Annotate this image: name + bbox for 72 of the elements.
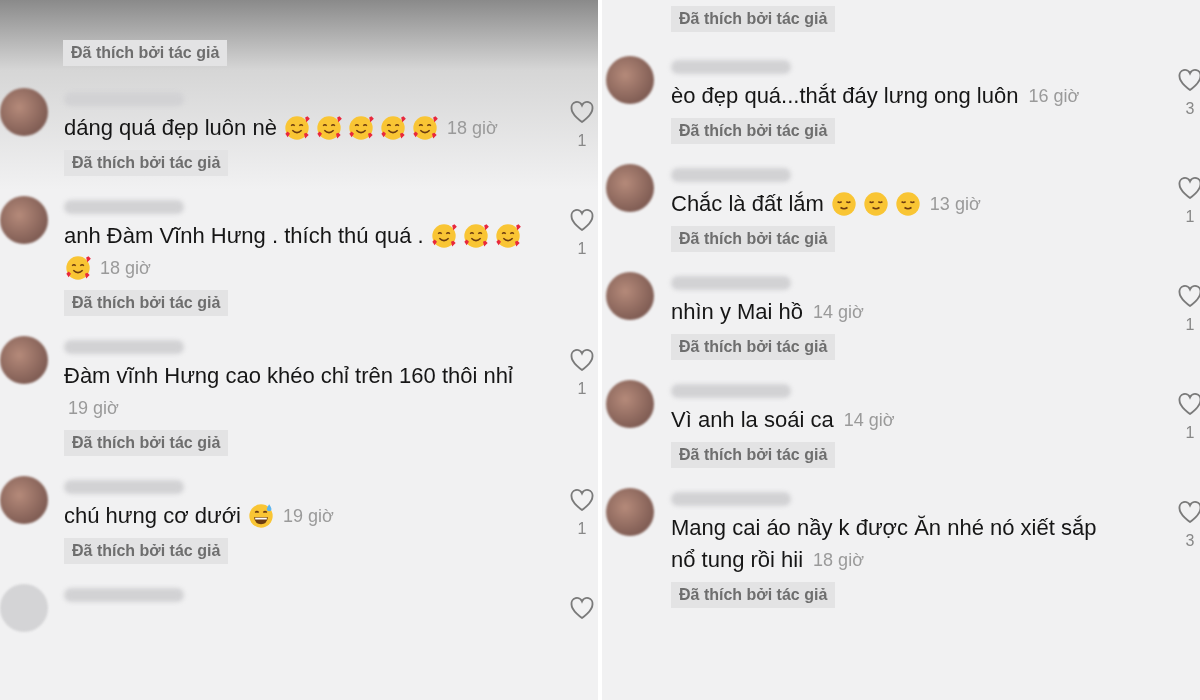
comment-text: Đàm vĩnh Hưng cao khéo chỉ trên 160 thôi nhỉ — [64, 362, 513, 390]
comment-time: 18 giờ — [100, 257, 151, 280]
comment-text: nhìn y Mai hồ — [671, 298, 804, 326]
avatar-placeholder — [0, 476, 48, 524]
like-count: 1 — [1185, 316, 1195, 334]
liked-by-author-label: Đã thích bởi tác giả — [671, 226, 836, 252]
comment-time: 19 giờ — [68, 397, 119, 420]
liked-by-author-label: Đã thích bởi tác giả — [64, 538, 229, 564]
like-count: 3 — [1185, 532, 1195, 550]
comment-time: 14 giờ — [843, 409, 895, 432]
heart-icon[interactable] — [1176, 390, 1200, 418]
smiling-face-with-hearts-icon — [282, 114, 311, 142]
like-count: 1 — [577, 132, 587, 150]
smiling-face-with-hearts-icon — [493, 222, 522, 250]
heart-icon[interactable] — [1176, 66, 1200, 94]
like-count: 1 — [577, 240, 587, 258]
heart-icon[interactable] — [568, 206, 596, 234]
comment-time: 13 giờ — [929, 193, 981, 216]
smiling-face-with-hearts-icon — [346, 114, 375, 142]
liked-by-author-label: Đã thích bởi tác giả — [64, 290, 229, 316]
liked-by-author-label: Đã thích bởi tác giả — [64, 430, 229, 456]
heart-icon[interactable] — [568, 98, 596, 126]
like-count: 1 — [1185, 208, 1195, 226]
smiling-face-with-hearts-icon — [410, 114, 439, 142]
comment-time: 18 giờ — [813, 549, 864, 572]
avatar-placeholder — [606, 488, 654, 536]
comment-text: èo đẹp quá...thắt đáy lưng ong luôn — [671, 82, 1019, 110]
heart-icon[interactable] — [1176, 498, 1200, 526]
avatar-placeholder — [606, 272, 654, 320]
avatar-placeholder — [0, 584, 48, 632]
liked-by-author-label: Đã thích bởi tác giả — [63, 40, 228, 66]
heart-icon[interactable] — [568, 594, 596, 622]
like-count: 1 — [577, 520, 587, 538]
comment-time: 14 giờ — [813, 301, 864, 324]
liked-by-author-label: Đã thích bởi tác giả — [64, 150, 229, 176]
comment-time: 19 giờ — [282, 505, 334, 528]
comment-text: chú hưng cơ dưới — [64, 502, 241, 530]
heart-icon[interactable] — [568, 486, 596, 514]
heart-icon[interactable] — [568, 346, 596, 374]
liked-by-author-label: Đã thích bởi tác giả — [671, 334, 836, 360]
comment-text: nổ tung rồi hii — [671, 546, 804, 574]
like-count: 1 — [1185, 424, 1195, 442]
heart-icon[interactable] — [1176, 282, 1200, 310]
liked-by-author-label: Đã thích bởi tác giả — [671, 442, 836, 468]
smiling-face-with-hearts-icon — [314, 114, 343, 142]
comment-time: 16 giờ — [1028, 85, 1080, 108]
comment-text: Chắc là đất lắm — [671, 190, 824, 218]
comment-text: anh Đàm Vĩnh Hưng . thích thú quá . — [64, 222, 424, 250]
smiling-face-with-hearts-icon — [378, 114, 407, 142]
avatar-placeholder — [606, 164, 654, 212]
comment-text: dáng quá đẹp luôn nè — [64, 114, 277, 142]
avatar-placeholder — [606, 56, 654, 104]
heart-icon[interactable] — [1176, 174, 1200, 202]
smiling-face-with-hearts-icon — [429, 222, 458, 250]
like-count: 1 — [577, 380, 587, 398]
grinning-sweat-face-icon — [246, 502, 275, 530]
relieved-face-icon — [893, 190, 922, 218]
liked-by-author-label: Đã thích bởi tác giả — [671, 6, 836, 32]
comment-text: Mang cai áo nầy k được Ăn nhé nó xiết sắp — [671, 514, 1097, 542]
smiling-face-with-hearts-icon — [461, 222, 490, 250]
liked-by-author-label: Đã thích bởi tác giả — [671, 118, 836, 144]
smiling-face-with-hearts-icon — [64, 254, 92, 282]
avatar-placeholder — [606, 380, 654, 428]
relieved-face-icon — [861, 190, 890, 218]
comment-time: 18 giờ — [446, 117, 498, 140]
like-count: 3 — [1185, 100, 1195, 118]
avatar-placeholder — [0, 196, 48, 244]
comment-text: Vì anh la soái ca — [671, 406, 834, 434]
relieved-face-icon — [829, 190, 858, 218]
avatar-placeholder — [0, 336, 48, 384]
liked-by-author-label: Đã thích bởi tác giả — [671, 582, 836, 608]
avatar-placeholder — [0, 88, 48, 136]
